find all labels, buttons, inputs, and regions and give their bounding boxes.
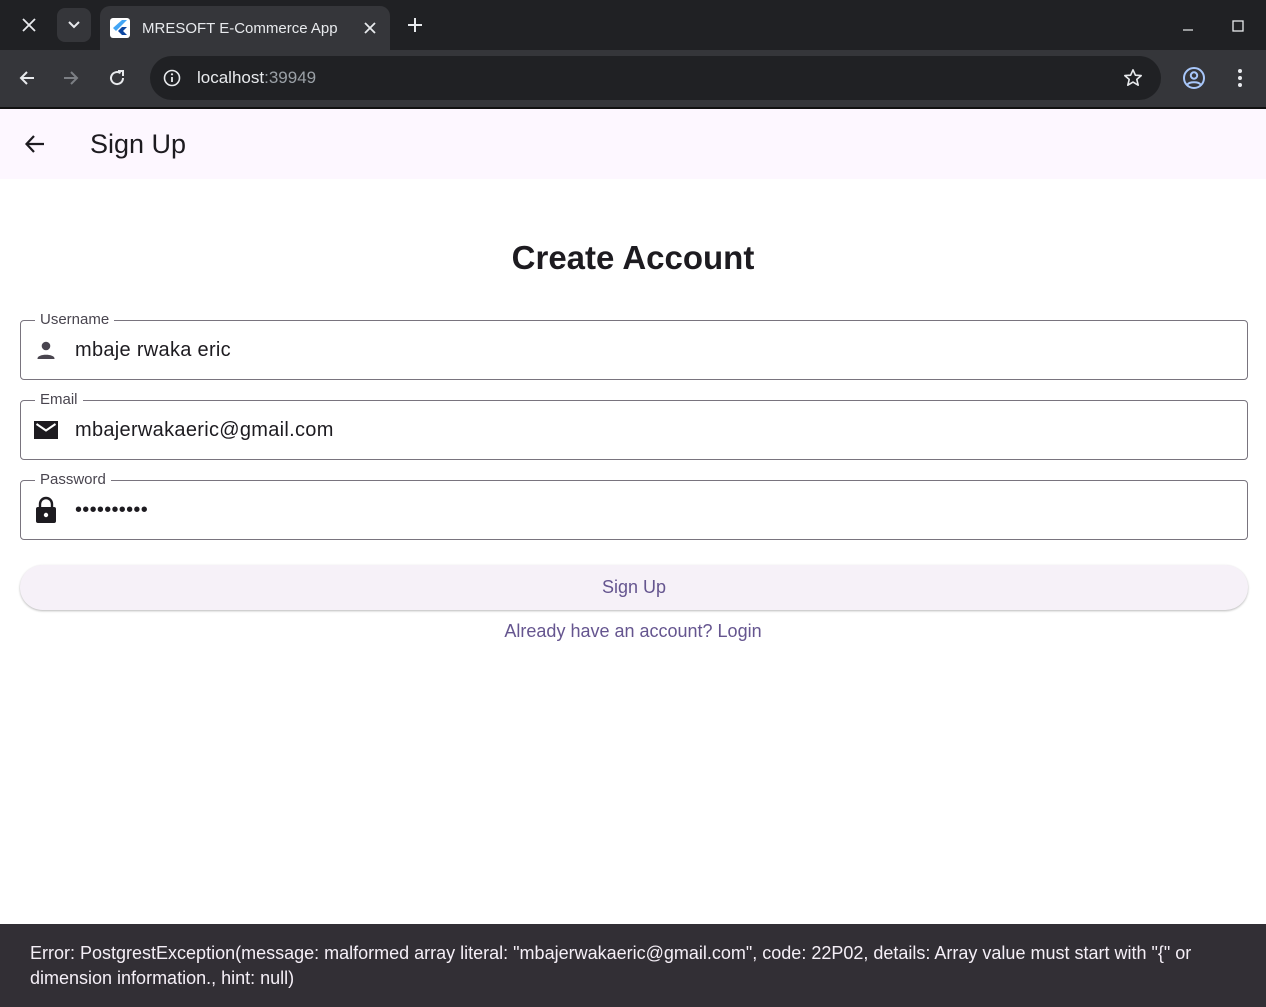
minimize-icon[interactable] — [1176, 14, 1200, 38]
reload-icon[interactable] — [101, 62, 133, 94]
address-bar[interactable]: localhost:39949 — [150, 56, 1161, 100]
form-heading: Create Account — [511, 239, 755, 276]
username-input[interactable]: mbaje rwaka eric — [75, 337, 231, 363]
url-port: :39949 — [264, 68, 317, 87]
browser-forward-arrow-icon[interactable] — [55, 62, 87, 94]
maximize-icon[interactable] — [1226, 14, 1250, 38]
bookmark-star-icon[interactable] — [1121, 66, 1145, 90]
close-icon[interactable] — [12, 8, 46, 42]
login-link[interactable]: Already have an account? Login — [0, 620, 1266, 642]
mail-icon — [33, 417, 59, 443]
browser-tab-bar: MRESOFT E-Commerce App — [0, 0, 1266, 50]
lock-icon — [33, 496, 59, 523]
email-label: Email — [35, 391, 83, 409]
sign-up-button[interactable]: Sign Up — [20, 565, 1248, 610]
url-text: localhost:39949 — [197, 68, 316, 88]
email-input[interactable]: mbajerwakaeric@gmail.com — [75, 417, 334, 443]
url-host: localhost — [197, 68, 265, 87]
error-snackbar: Error: PostgrestException(message: malfo… — [0, 924, 1266, 1007]
profile-account-icon[interactable] — [1180, 64, 1208, 92]
browser-toolbar: localhost:39949 — [0, 50, 1266, 107]
tab-search-chevron-down-icon[interactable] — [57, 8, 91, 42]
person-icon — [33, 337, 59, 363]
site-info-icon[interactable] — [161, 67, 183, 89]
email-field[interactable]: Email mbajerwakaeric@gmail.com — [20, 391, 1248, 460]
tab-title: MRESOFT E-Commerce App — [142, 19, 338, 37]
back-arrow-icon[interactable] — [19, 128, 51, 160]
password-label: Password — [35, 471, 111, 489]
page-title: Sign Up — [90, 129, 187, 159]
app-bar: Sign Up — [0, 109, 1266, 179]
new-tab-plus-icon[interactable] — [398, 8, 432, 42]
password-field[interactable]: Password •••••••••• — [20, 471, 1248, 540]
username-label: Username — [35, 311, 115, 329]
flutter-favicon-icon — [110, 18, 130, 38]
browser-menu-kebab-icon[interactable] — [1228, 64, 1252, 92]
browser-tab[interactable]: MRESOFT E-Commerce App — [100, 6, 390, 50]
tab-close-icon[interactable] — [358, 16, 382, 40]
username-field[interactable]: Username mbaje rwaka eric — [20, 311, 1248, 380]
browser-back-arrow-icon[interactable] — [11, 62, 43, 94]
password-input[interactable]: •••••••••• — [75, 497, 148, 523]
